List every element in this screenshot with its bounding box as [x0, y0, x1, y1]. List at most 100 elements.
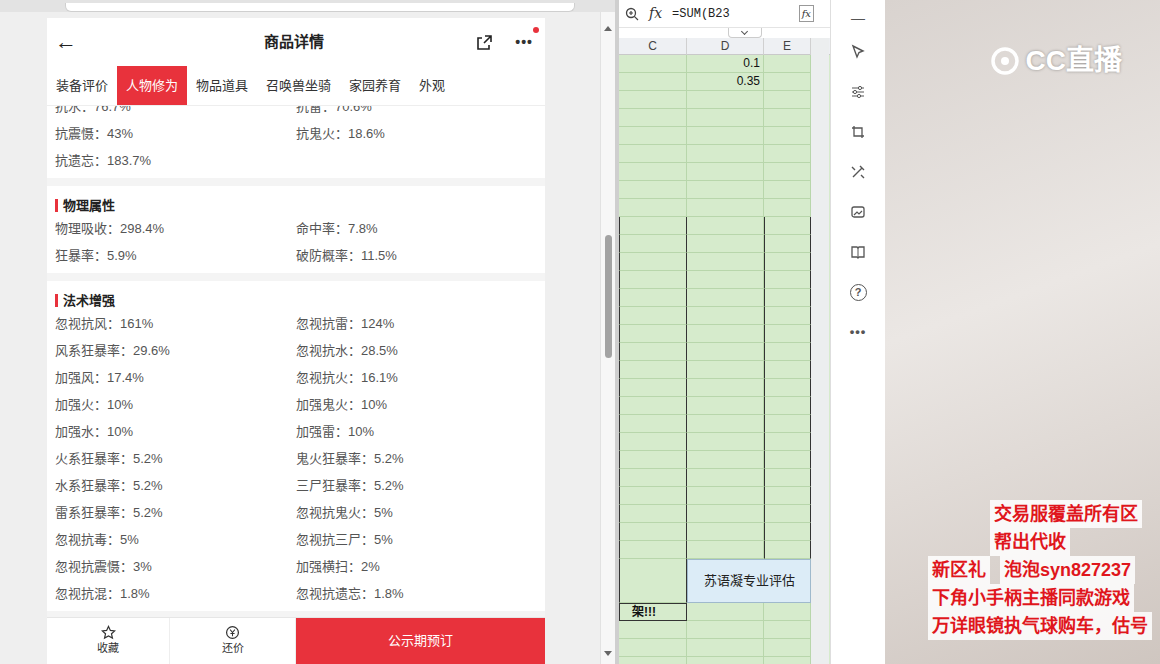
minimize-button[interactable]: — — [851, 4, 865, 32]
sheet-cell[interactable] — [687, 325, 764, 343]
sheet-cell[interactable] — [619, 307, 687, 325]
sheet-cell[interactable] — [764, 379, 811, 397]
sheet-cell[interactable] — [619, 639, 687, 657]
sheet-cell[interactable] — [687, 199, 764, 217]
sheet-cell[interactable] — [764, 91, 811, 109]
rail-button[interactable] — [850, 232, 866, 272]
sheet-cell[interactable] — [687, 415, 764, 433]
favorite-button[interactable]: 收藏 — [47, 618, 170, 664]
sheet-cell[interactable] — [764, 523, 811, 541]
sheet-cell[interactable] — [619, 163, 687, 181]
sheet-cell[interactable] — [764, 253, 811, 271]
sheet-cell[interactable] — [619, 343, 687, 361]
column-header[interactable]: C — [619, 38, 687, 55]
sheet-cell[interactable] — [687, 163, 764, 181]
sheet-cell[interactable] — [687, 505, 764, 523]
sheet-cell[interactable] — [619, 91, 687, 109]
sheet-cell[interactable] — [619, 199, 687, 217]
tab[interactable]: 外观 — [410, 66, 454, 105]
expand-button[interactable] — [728, 28, 762, 38]
sheet-cell[interactable] — [687, 253, 764, 271]
sheet-cell[interactable]: 架!!! — [619, 603, 687, 621]
sheet-cell[interactable] — [619, 361, 687, 379]
sheet-cell[interactable] — [619, 415, 687, 433]
page-scrollbar[interactable] — [600, 12, 615, 664]
scroll-thumb[interactable] — [605, 235, 612, 358]
sheet-cell[interactable] — [619, 397, 687, 415]
sheet-cell[interactable] — [687, 469, 764, 487]
tab[interactable]: 物品道具 — [187, 66, 257, 105]
sheet-cell[interactable] — [687, 289, 764, 307]
sheet-cell[interactable] — [764, 469, 811, 487]
sheet-cell[interactable] — [619, 487, 687, 505]
sheet-cell[interactable] — [687, 91, 764, 109]
rail-button[interactable] — [850, 32, 866, 72]
sheet-cell[interactable] — [687, 343, 764, 361]
sheet-cell[interactable] — [619, 541, 687, 559]
sheet-cell[interactable] — [764, 487, 811, 505]
sheet-cell[interactable] — [619, 433, 687, 451]
merged-cell[interactable]: 苏语凝专业评估 — [687, 559, 811, 603]
sheet-cell[interactable] — [764, 271, 811, 289]
sheet-cell[interactable] — [619, 505, 687, 523]
sheet-cell[interactable] — [764, 55, 811, 73]
sheet-cell[interactable] — [764, 163, 811, 181]
sheet-cell[interactable] — [764, 415, 811, 433]
sheet-cell[interactable] — [764, 541, 811, 559]
more-glyph[interactable]: ••• — [515, 34, 533, 50]
back-button[interactable]: ← — [55, 31, 264, 53]
sheet-cell[interactable] — [687, 451, 764, 469]
counter-offer-button[interactable]: 还价 — [170, 618, 296, 664]
sheet-cell[interactable] — [619, 469, 687, 487]
sheet-cell[interactable] — [764, 181, 811, 199]
pointer-icon[interactable] — [850, 44, 866, 60]
sheet-cell[interactable] — [687, 433, 764, 451]
sheet-cell[interactable] — [619, 559, 687, 603]
chevron-icon[interactable] — [741, 28, 748, 35]
sheet-cell[interactable] — [687, 217, 764, 235]
book-icon[interactable] — [850, 244, 866, 260]
sheet-cell[interactable] — [764, 621, 811, 639]
sheet-cell[interactable] — [764, 199, 811, 217]
sheet-cell[interactable] — [619, 235, 687, 253]
column-header[interactable]: E — [764, 38, 811, 55]
sheet-cell[interactable] — [619, 271, 687, 289]
sheet-cell[interactable] — [619, 325, 687, 343]
sheet-cell[interactable] — [764, 217, 811, 235]
sheet-cell[interactable] — [764, 73, 811, 91]
sheet-cell[interactable] — [764, 343, 811, 361]
sheet-cell[interactable] — [764, 289, 811, 307]
sheet-cell[interactable] — [764, 109, 811, 127]
share-icon[interactable] — [476, 34, 493, 51]
sheet-cell[interactable] — [687, 639, 764, 657]
sheet-cell[interactable] — [764, 325, 811, 343]
image-icon[interactable] — [850, 204, 866, 220]
sheet-cell[interactable] — [687, 379, 764, 397]
sheet-cell[interactable] — [764, 505, 811, 523]
star-icon[interactable] — [101, 625, 116, 640]
sheet-cell[interactable] — [619, 217, 687, 235]
counter-offer-label[interactable]: 还价 — [222, 640, 244, 657]
sheet-cell[interactable] — [619, 451, 687, 469]
sheet-cell[interactable] — [687, 487, 764, 505]
sheet-cell[interactable] — [619, 55, 687, 73]
sheet-cell[interactable] — [687, 523, 764, 541]
sheet-cell[interactable] — [687, 621, 764, 639]
sheet-cell[interactable] — [764, 603, 811, 621]
sheet-cell[interactable] — [619, 657, 687, 664]
sheet-cell[interactable] — [687, 271, 764, 289]
rail-button[interactable] — [850, 192, 866, 232]
sheet-cell[interactable] — [619, 109, 687, 127]
sheet-cell[interactable] — [764, 145, 811, 163]
more-button[interactable]: ••• — [515, 32, 533, 53]
formula-input[interactable]: =SUM(B23 — [672, 5, 789, 23]
sheet-cell[interactable] — [687, 145, 764, 163]
sheet-cell[interactable] — [687, 307, 764, 325]
crop-icon[interactable] — [850, 124, 866, 140]
help-button[interactable]: ? — [850, 272, 867, 312]
sheet-cell[interactable]: 0.1 — [687, 55, 764, 73]
sheet-cell[interactable] — [619, 523, 687, 541]
sheet-cell[interactable] — [619, 379, 687, 397]
more-tools-button[interactable]: ••• — [850, 312, 867, 352]
sheet-cell[interactable] — [764, 433, 811, 451]
